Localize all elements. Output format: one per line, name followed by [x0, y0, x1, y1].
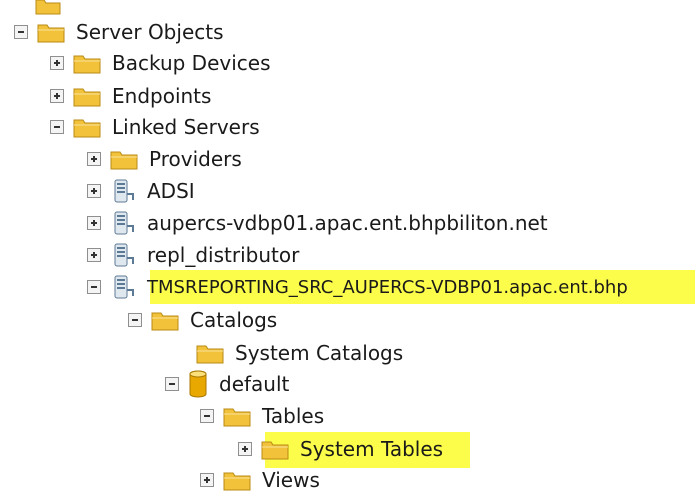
folder-icon	[35, 0, 61, 15]
tree-node-providers[interactable]: Providers	[87, 144, 245, 174]
tree-node-system-tables[interactable]: System Tables	[238, 434, 446, 464]
node-label: default	[219, 372, 290, 396]
expand-toggle[interactable]	[50, 56, 64, 70]
folder-icon	[73, 116, 101, 138]
expand-toggle[interactable]	[87, 216, 101, 230]
tree-node-views[interactable]: Views	[200, 465, 323, 495]
tree-node-tables[interactable]: Tables	[200, 401, 327, 431]
node-label: Server Objects	[76, 20, 224, 44]
tree-node-endpoints[interactable]: Endpoints	[50, 81, 214, 111]
folder-icon	[110, 148, 138, 170]
node-label: Catalogs	[190, 308, 278, 332]
node-label: Endpoints	[112, 84, 212, 108]
database-icon	[188, 370, 208, 398]
tree-node-system-catalogs[interactable]: System Catalogs	[196, 338, 406, 368]
tree-node-catalogs[interactable]: Catalogs	[128, 305, 280, 335]
linked-server-icon	[110, 274, 136, 300]
folder-icon	[37, 21, 65, 43]
tree-node-aupercs[interactable]: aupercs-vdbp01.apac.ent.bhpbiliton.net	[87, 208, 551, 238]
expand-toggle[interactable]	[87, 184, 101, 198]
collapse-toggle[interactable]	[165, 377, 179, 391]
tree-node-default[interactable]: default	[165, 369, 292, 399]
expand-toggle[interactable]	[238, 442, 252, 456]
tree-node-backup-devices[interactable]: Backup Devices	[50, 48, 274, 78]
node-label: ADSI	[147, 179, 195, 203]
node-label: Linked Servers	[112, 115, 260, 139]
expand-toggle[interactable]	[50, 89, 64, 103]
node-label: repl_distributor	[147, 243, 300, 267]
collapse-toggle[interactable]	[87, 280, 101, 294]
tree-node-server-objects[interactable]: Server Objects	[14, 17, 227, 47]
expand-toggle[interactable]	[87, 248, 101, 262]
node-label: System Tables	[300, 437, 444, 461]
node-label: aupercs-vdbp01.apac.ent.bhpbiliton.net	[147, 211, 548, 235]
folder-icon	[223, 469, 251, 491]
object-explorer-tree: Server Objects Backup Devices Endpoints …	[0, 0, 695, 492]
folder-icon	[73, 52, 101, 74]
node-label: TMSREPORTING_SRC_AUPERCS-VDBP01.apac.ent…	[147, 276, 628, 298]
folder-icon	[196, 342, 224, 364]
tree-node-adsi[interactable]: ADSI	[87, 176, 198, 206]
collapse-toggle[interactable]	[50, 120, 64, 134]
folder-icon	[223, 405, 251, 427]
expand-toggle[interactable]	[87, 152, 101, 166]
folder-icon	[73, 85, 101, 107]
tree-node-tmsreporting[interactable]: TMSREPORTING_SRC_AUPERCS-VDBP01.apac.ent…	[87, 272, 631, 302]
node-label: Views	[262, 468, 320, 492]
collapse-toggle[interactable]	[128, 313, 142, 327]
expand-toggle[interactable]	[200, 473, 214, 487]
tree-node-linked-servers[interactable]: Linked Servers	[50, 112, 263, 142]
node-label: Tables	[262, 404, 325, 428]
tree-node-repl-distributor[interactable]: repl_distributor	[87, 240, 302, 270]
collapse-toggle[interactable]	[200, 409, 214, 423]
collapse-toggle[interactable]	[14, 25, 28, 39]
node-label: Providers	[149, 147, 242, 171]
folder-icon	[151, 309, 179, 331]
linked-server-icon	[110, 210, 136, 236]
node-label: System Catalogs	[235, 341, 404, 365]
node-label: Backup Devices	[112, 51, 271, 75]
linked-server-icon	[110, 178, 136, 204]
linked-server-icon	[110, 242, 136, 268]
folder-icon	[261, 438, 289, 460]
